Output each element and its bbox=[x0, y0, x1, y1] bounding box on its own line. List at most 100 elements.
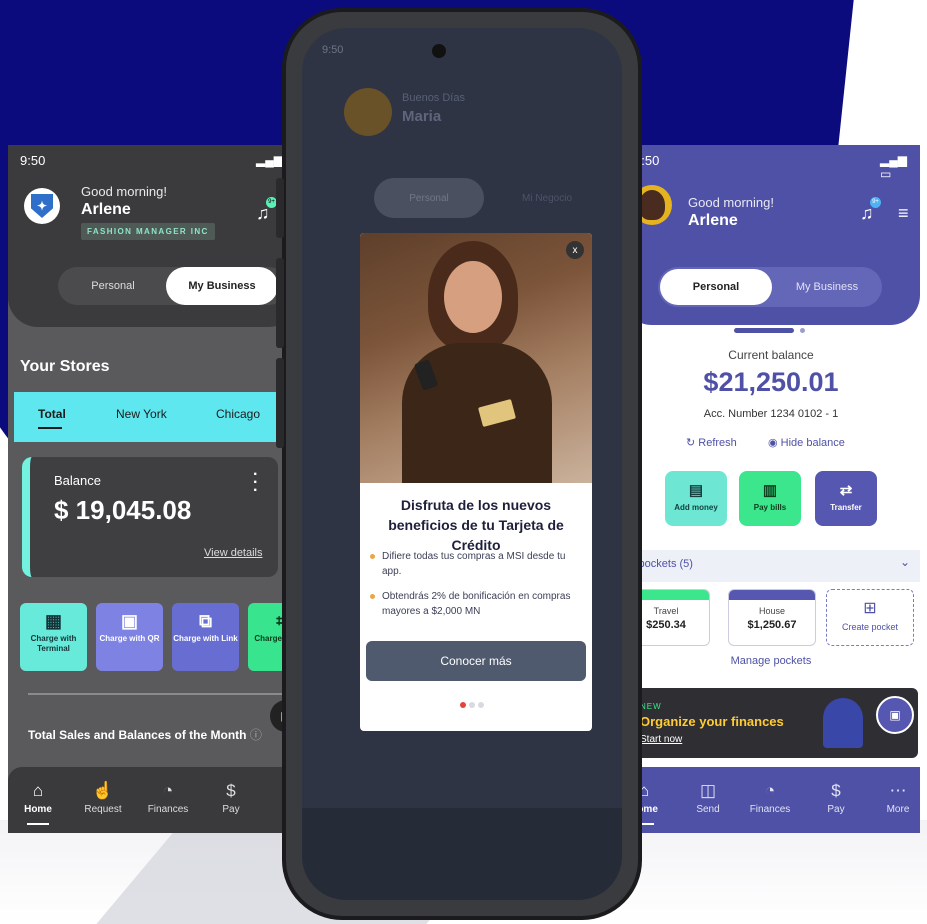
toggle-business[interactable]: My Business bbox=[166, 267, 278, 305]
notification-badge: 9+ bbox=[870, 197, 881, 208]
nav-home[interactable]: ⌂ Home bbox=[13, 781, 63, 825]
sales-title: Total Sales and Balances of the Month ⓘ bbox=[28, 728, 262, 742]
nav-more[interactable]: ⋯ More bbox=[872, 781, 920, 815]
link-icon: ⧉ bbox=[199, 611, 212, 631]
volume-up-button bbox=[276, 258, 284, 348]
bell-icon[interactable]: ♫ 9+ bbox=[256, 197, 277, 224]
close-icon[interactable]: x bbox=[566, 241, 584, 259]
toggle-personal[interactable]: Personal bbox=[660, 269, 772, 305]
add-money-icon: ▤ bbox=[688, 482, 704, 499]
promo-modal: x Disfruta de los nuevos beneficios de t… bbox=[360, 233, 592, 731]
terminal-icon: ▦ bbox=[44, 611, 62, 631]
tab-total[interactable]: Total bbox=[38, 407, 66, 429]
pie-chart-icon: ◔ bbox=[162, 781, 174, 800]
balance-label: Balance bbox=[54, 473, 101, 488]
bill-icon: ▥ bbox=[762, 482, 778, 499]
pay-bills-button[interactable]: ▥ Pay bills bbox=[739, 471, 801, 526]
background-tab-personal: Personal bbox=[374, 178, 484, 218]
qr-scan-button[interactable]: ▣ bbox=[876, 696, 914, 734]
greeting: Good morning! bbox=[688, 195, 774, 210]
personal-app-screen: 9:50 ▂▄▆ ▭ Good morning! Arlene ♫ 9+ ≡ Pe… bbox=[622, 145, 920, 833]
camera-notch bbox=[432, 44, 446, 58]
account-toggle: Personal My Business bbox=[58, 267, 288, 305]
nav-pay[interactable]: $ Pay bbox=[206, 781, 256, 815]
status-time: 9:50 bbox=[20, 153, 46, 168]
manage-pockets-link[interactable]: Manage pockets bbox=[622, 655, 920, 667]
charge-link-button[interactable]: ⧉ Charge with Link bbox=[172, 603, 239, 671]
eye-icon: ◉ bbox=[768, 437, 778, 449]
volume-down-button bbox=[276, 358, 284, 448]
home-icon: ⌂ bbox=[32, 781, 44, 800]
nav-finances[interactable]: ◔ Finances bbox=[143, 781, 193, 815]
toggle-personal[interactable]: Personal bbox=[58, 267, 168, 305]
shield-icon: ✦ bbox=[31, 194, 53, 218]
page-indicator bbox=[800, 328, 805, 333]
pocket-card-house[interactable]: House $1,250.67 bbox=[728, 589, 816, 646]
account-toggle: Personal My Business bbox=[658, 267, 882, 307]
charge-qr-button[interactable]: ▣ Charge with QR bbox=[96, 603, 163, 671]
modal-bullet: Difiere todas tus compras a MSI desde tu… bbox=[370, 549, 578, 579]
send-icon: ◫ bbox=[699, 781, 717, 800]
tab-new-york[interactable]: New York bbox=[116, 407, 167, 421]
modal-title: Disfruta de los nuevos beneficios de tu … bbox=[388, 497, 564, 553]
learn-more-button[interactable]: Conocer más bbox=[366, 641, 586, 681]
account-number: Acc. Number 1234 0102 - 1 bbox=[703, 408, 839, 420]
refresh-icon: ↻ bbox=[686, 437, 696, 449]
refresh-button[interactable]: ↻ Refresh bbox=[686, 436, 737, 449]
background-nav bbox=[302, 808, 622, 900]
greeting: Good morning! bbox=[81, 184, 167, 199]
chevron-down-icon[interactable]: ⌄ bbox=[900, 555, 910, 569]
charge-terminal-button[interactable]: ▦ Charge with Terminal bbox=[20, 603, 87, 671]
divider bbox=[28, 693, 288, 695]
qr-icon: ▣ bbox=[120, 611, 138, 631]
phone-screen: 9:50 Buenos Días Maria Personal Mi Negoc… bbox=[302, 28, 622, 900]
balance-card: Balance $ 19,045.08 · · · View details bbox=[22, 457, 278, 577]
transfer-button[interactable]: ⇄ Transfer bbox=[815, 471, 877, 526]
user-name: Arlene bbox=[688, 212, 738, 229]
page-indicator-active bbox=[734, 328, 794, 333]
balance-amount: $21,250.01 bbox=[703, 367, 839, 397]
banner-link[interactable]: Start now bbox=[640, 734, 682, 745]
carousel-dots bbox=[460, 695, 487, 713]
nav-request[interactable]: ☝ Request bbox=[78, 781, 128, 815]
company-logo: ✦ bbox=[24, 188, 60, 224]
pocket-icon: ⊞ bbox=[863, 600, 877, 617]
avatar bbox=[344, 88, 392, 136]
modal-bullet: Obtendrás 2% de bonificación en compras … bbox=[370, 589, 578, 619]
banner-tag: NEW bbox=[640, 702, 662, 711]
stores-title: Your Stores bbox=[20, 358, 110, 375]
tab-chicago[interactable]: Chicago bbox=[216, 407, 260, 421]
more-options-icon[interactable]: · · · bbox=[253, 467, 258, 499]
background-name: Maria bbox=[402, 108, 442, 125]
signal-icon: ▂▄▆ ▭ bbox=[880, 153, 907, 181]
bell-icon[interactable]: ♫ 9+ bbox=[860, 197, 881, 224]
pay-icon: $ bbox=[831, 781, 841, 800]
view-details-link[interactable]: View details bbox=[204, 547, 263, 559]
balance-amount: $ 19,045.08 bbox=[54, 495, 192, 525]
promo-banner[interactable]: NEW Organize your finances Start now ▣ bbox=[628, 688, 918, 758]
pie-chart-icon: ◔ bbox=[764, 781, 776, 800]
user-name: Arlene bbox=[81, 201, 131, 218]
menu-icon[interactable]: ≡ bbox=[898, 203, 909, 224]
background-tab-business: Mi Negocio bbox=[521, 192, 573, 204]
side-button bbox=[276, 178, 284, 238]
background-greeting: Buenos Días bbox=[402, 92, 465, 104]
request-icon: ☝ bbox=[92, 781, 114, 800]
create-pocket-button[interactable]: ⊞ Create pocket bbox=[826, 589, 914, 646]
person-illustration bbox=[823, 698, 863, 748]
nav-finances[interactable]: ◔ Finances bbox=[744, 781, 796, 815]
transfer-icon: ⇄ bbox=[839, 482, 853, 499]
nav-pay[interactable]: $ Pay bbox=[810, 781, 862, 815]
balance-label: Current balance bbox=[728, 348, 814, 362]
more-icon: ⋯ bbox=[889, 781, 907, 800]
nav-send[interactable]: ◫ Send bbox=[682, 781, 734, 815]
banner-title: Organize your finances bbox=[640, 714, 784, 729]
info-icon[interactable]: ⓘ bbox=[250, 728, 262, 742]
add-money-button[interactable]: ▤ Add money bbox=[665, 471, 727, 526]
hide-balance-button[interactable]: ◉ Hide balance bbox=[768, 436, 845, 449]
promo-photo bbox=[360, 233, 592, 483]
company-badge: FASHION MANAGER INC bbox=[81, 223, 215, 240]
phone-device: 9:50 Buenos Días Maria Personal Mi Negoc… bbox=[276, 8, 642, 920]
business-app-screen: 9:50 ▂▄▆ ◔ ✦ Good morning! Arlene FASHIO… bbox=[8, 145, 298, 833]
toggle-business[interactable]: My Business bbox=[772, 267, 882, 307]
